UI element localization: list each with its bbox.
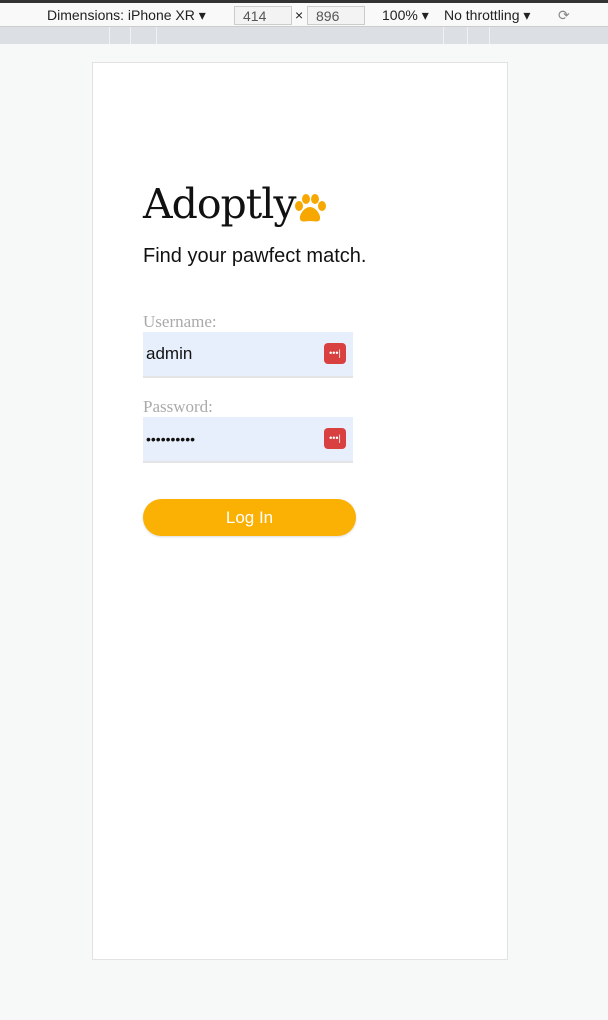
zoom-select[interactable]: 100% ▾ (382, 7, 429, 24)
app-logo: Adoptly (143, 180, 297, 228)
media-query-bar[interactable] (0, 27, 608, 44)
username-value: admin (146, 344, 193, 363)
paw-icon (295, 194, 326, 222)
device-viewport: Adoptly Find your pawfect match. Usernam… (92, 62, 508, 960)
rotate-icon[interactable]: ⟳ (558, 7, 570, 24)
width-input[interactable]: 414 (234, 6, 292, 25)
throttling-label: No throttling (444, 7, 520, 23)
times-sign: × (295, 7, 304, 23)
device-label: Dimensions: iPhone XR (47, 7, 195, 23)
password-input[interactable]: •••••••••• •••| (143, 417, 353, 463)
device-select[interactable]: Dimensions: iPhone XR ▾ (47, 7, 206, 24)
password-manager-icon[interactable]: •••| (324, 343, 346, 364)
responsive-toolbar: Dimensions: iPhone XR ▾ 414 × 896 100% ▾… (0, 3, 608, 27)
tagline: Find your pawfect match. (143, 245, 367, 267)
zoom-label: 100% (382, 7, 418, 23)
password-label: Password: (143, 397, 213, 416)
height-input[interactable]: 896 (307, 6, 365, 25)
throttling-select[interactable]: No throttling ▾ (444, 7, 530, 24)
username-input[interactable]: admin •••| (143, 332, 353, 378)
password-value: •••••••••• (146, 431, 196, 447)
username-label: Username: (143, 312, 217, 331)
login-button[interactable]: Log In (143, 499, 356, 536)
password-manager-icon[interactable]: •••| (324, 428, 346, 449)
